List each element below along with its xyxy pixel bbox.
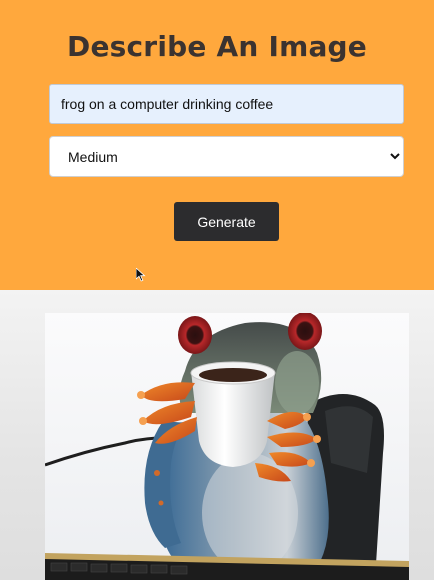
- mouse-cursor-icon: [136, 268, 146, 282]
- image-size-select[interactable]: Small Medium Large: [49, 136, 404, 177]
- generated-image: [45, 313, 409, 580]
- prompt-form-section: Describe An Image Small Medium Large Gen…: [0, 0, 434, 290]
- page: Describe An Image Small Medium Large Gen…: [0, 0, 434, 580]
- page-title: Describe An Image: [67, 30, 367, 63]
- frog-coffee-illustration: [45, 313, 409, 580]
- prompt-input[interactable]: [49, 84, 404, 124]
- generate-button[interactable]: Generate: [174, 202, 279, 241]
